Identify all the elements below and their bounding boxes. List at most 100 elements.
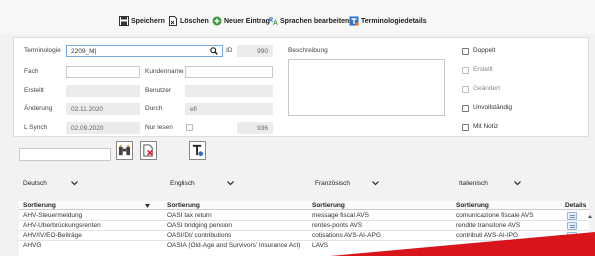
cell-italian: contributi AVS-AI-IPG xyxy=(456,232,519,239)
benutzer-field xyxy=(185,85,273,97)
binoculars-icon xyxy=(118,144,131,156)
delete-button[interactable]: Löschen xyxy=(168,15,209,27)
terminologie-value: 2209_M| xyxy=(71,48,97,55)
chevron-down-icon xyxy=(71,181,78,186)
count-field: 936 xyxy=(237,122,273,134)
id-value: 990 xyxy=(257,48,268,55)
cell-german: AHV/IV/EO-Beiträge xyxy=(23,232,82,239)
erstellt-checkbox[interactable] xyxy=(462,67,469,74)
kundenname-input[interactable] xyxy=(185,66,273,78)
edit-languages-button[interactable]: Sprachen bearbeiten xyxy=(268,15,349,27)
nur-lesen-checkbox[interactable] xyxy=(186,124,193,131)
geaendert-checkbox-label: Geändert xyxy=(473,85,501,92)
details-icon[interactable] xyxy=(567,232,577,240)
table-row[interactable]: AHVG OASIA (Old-Age and Survivors' Insur… xyxy=(19,241,589,251)
kundenname-label: Kundenname xyxy=(145,68,184,75)
lsynch-value: 02.09.2020 xyxy=(71,125,104,132)
cell-english: OASI bridging pension xyxy=(167,222,233,229)
column-header-italian[interactable]: Sortierung xyxy=(456,202,489,209)
cell-italian: rendite transitorie AVS xyxy=(456,222,521,229)
fach-input[interactable] xyxy=(66,66,140,78)
clear-filter-icon xyxy=(143,144,153,157)
geaendert-checkbox[interactable] xyxy=(462,86,469,93)
terminologie-input[interactable]: 2209_M| xyxy=(66,45,223,57)
cell-french: LAVS xyxy=(312,242,329,249)
chevron-down-icon xyxy=(372,181,379,186)
benutzer-label: Benutzer xyxy=(145,87,172,94)
terminology-grid: Sortierung Sortierung Sortierung Sortier… xyxy=(19,201,589,256)
search-icon[interactable] xyxy=(210,47,218,55)
binoculars-search-button[interactable] xyxy=(116,141,133,160)
table-row[interactable]: AHV/IV/EO-Beiträge OASI/DI/ contribution… xyxy=(19,231,589,241)
terminology-form-panel: Terminologie 2209_M| ID 990 Fach Kundenn… xyxy=(13,37,589,137)
clear-filter-button[interactable] xyxy=(140,141,157,160)
terminology-info-icon xyxy=(192,144,204,157)
aenderung-value: 02.11.2020 xyxy=(71,106,104,113)
erstellt-field xyxy=(66,85,140,97)
lsynch-label: L Synch xyxy=(24,124,48,131)
language-select-4[interactable]: Italienisch xyxy=(455,177,525,190)
durch-value: efi xyxy=(190,106,197,113)
mit-notiz-checkbox[interactable] xyxy=(462,124,469,131)
count-value: 936 xyxy=(257,125,268,132)
terminologie-label: Terminologie xyxy=(24,47,61,54)
toolbar: Speichern Löschen Neuer Eintrag Sprachen… xyxy=(0,0,595,34)
lsynch-field: 02.09.2020 xyxy=(66,122,140,134)
new-entry-label: Neuer Eintrag xyxy=(224,17,270,25)
unvollstaendig-checkbox[interactable] xyxy=(462,105,469,112)
column-header-details: Details xyxy=(565,202,587,209)
cell-french: message fiscal AVS xyxy=(312,212,369,219)
aenderung-field: 02.11.2020 xyxy=(66,103,140,115)
language-select-2[interactable]: Englisch xyxy=(166,177,238,190)
save-button[interactable]: Speichern xyxy=(119,15,165,27)
cell-german: AHV-Überbrückungsrenten xyxy=(23,222,101,229)
sort-desc-icon[interactable] xyxy=(145,204,150,208)
cell-english: OASI tax return xyxy=(167,212,212,219)
language-select-3-value: Französisch xyxy=(315,180,351,187)
erstellt-label: Erstellt xyxy=(24,87,44,94)
language-select-4-value: Italienisch xyxy=(459,180,488,187)
save-icon xyxy=(119,16,129,26)
add-icon xyxy=(212,16,222,26)
beschreibung-label: Beschreibung xyxy=(288,47,328,54)
delete-document-icon xyxy=(169,16,177,26)
chevron-down-icon xyxy=(514,181,521,186)
doppelt-checkbox[interactable] xyxy=(462,48,469,55)
terminology-details-label: Terminologiedetails xyxy=(361,17,427,25)
cell-english: OASIA (Old-Age and Survivors' Insurance … xyxy=(167,242,301,249)
aenderung-label: Änderung xyxy=(24,105,53,112)
beschreibung-textarea[interactable] xyxy=(288,59,445,116)
mit-notiz-label: Mit Notiz xyxy=(473,123,499,130)
details-icon[interactable] xyxy=(567,212,577,220)
table-row[interactable]: AHV-Steuermeldung OASI tax return messag… xyxy=(19,211,589,221)
edit-languages-label: Sprachen bearbeiten xyxy=(280,17,350,25)
new-entry-button[interactable]: Neuer Eintrag xyxy=(212,15,270,27)
details-icon[interactable] xyxy=(567,222,577,230)
fach-label: Fach xyxy=(24,68,39,75)
delete-label: Löschen xyxy=(180,17,209,25)
erstellt-checkbox-label: Erstellt xyxy=(473,66,493,73)
cell-german: AHVG xyxy=(23,242,42,249)
column-header-french[interactable]: Sortierung xyxy=(312,202,345,209)
column-header-german[interactable]: Sortierung xyxy=(23,202,56,209)
column-header-english[interactable]: Sortierung xyxy=(167,202,200,209)
language-select-2-value: Englisch xyxy=(170,180,195,187)
cell-italian: comunicazione fiscale AVS xyxy=(456,212,534,219)
terminology-details-icon xyxy=(349,16,359,26)
filter-search-input[interactable] xyxy=(19,148,111,161)
terminology-info-button[interactable] xyxy=(189,141,206,160)
languages-icon xyxy=(268,17,278,26)
unvollstaendig-label: Unvollständig xyxy=(473,104,513,111)
language-select-1-value: Deutsch xyxy=(23,180,47,187)
language-select-1[interactable]: Deutsch xyxy=(19,177,82,190)
terminology-details-button[interactable]: Terminologiedetails xyxy=(349,15,427,27)
cell-french: rentes-ponts AVS xyxy=(312,222,363,229)
doppelt-label: Doppelt xyxy=(473,47,496,54)
chevron-down-icon xyxy=(227,181,234,186)
scroll-up-arrow[interactable] xyxy=(588,215,592,218)
durch-field: efi xyxy=(185,103,273,115)
language-select-3[interactable]: Französisch xyxy=(311,177,383,190)
save-label: Speichern xyxy=(131,17,165,25)
cell-english: OASI/DI/ contributions xyxy=(167,232,232,239)
table-row[interactable]: AHV-Überbrückungsrenten OASI bridging pe… xyxy=(19,221,589,231)
